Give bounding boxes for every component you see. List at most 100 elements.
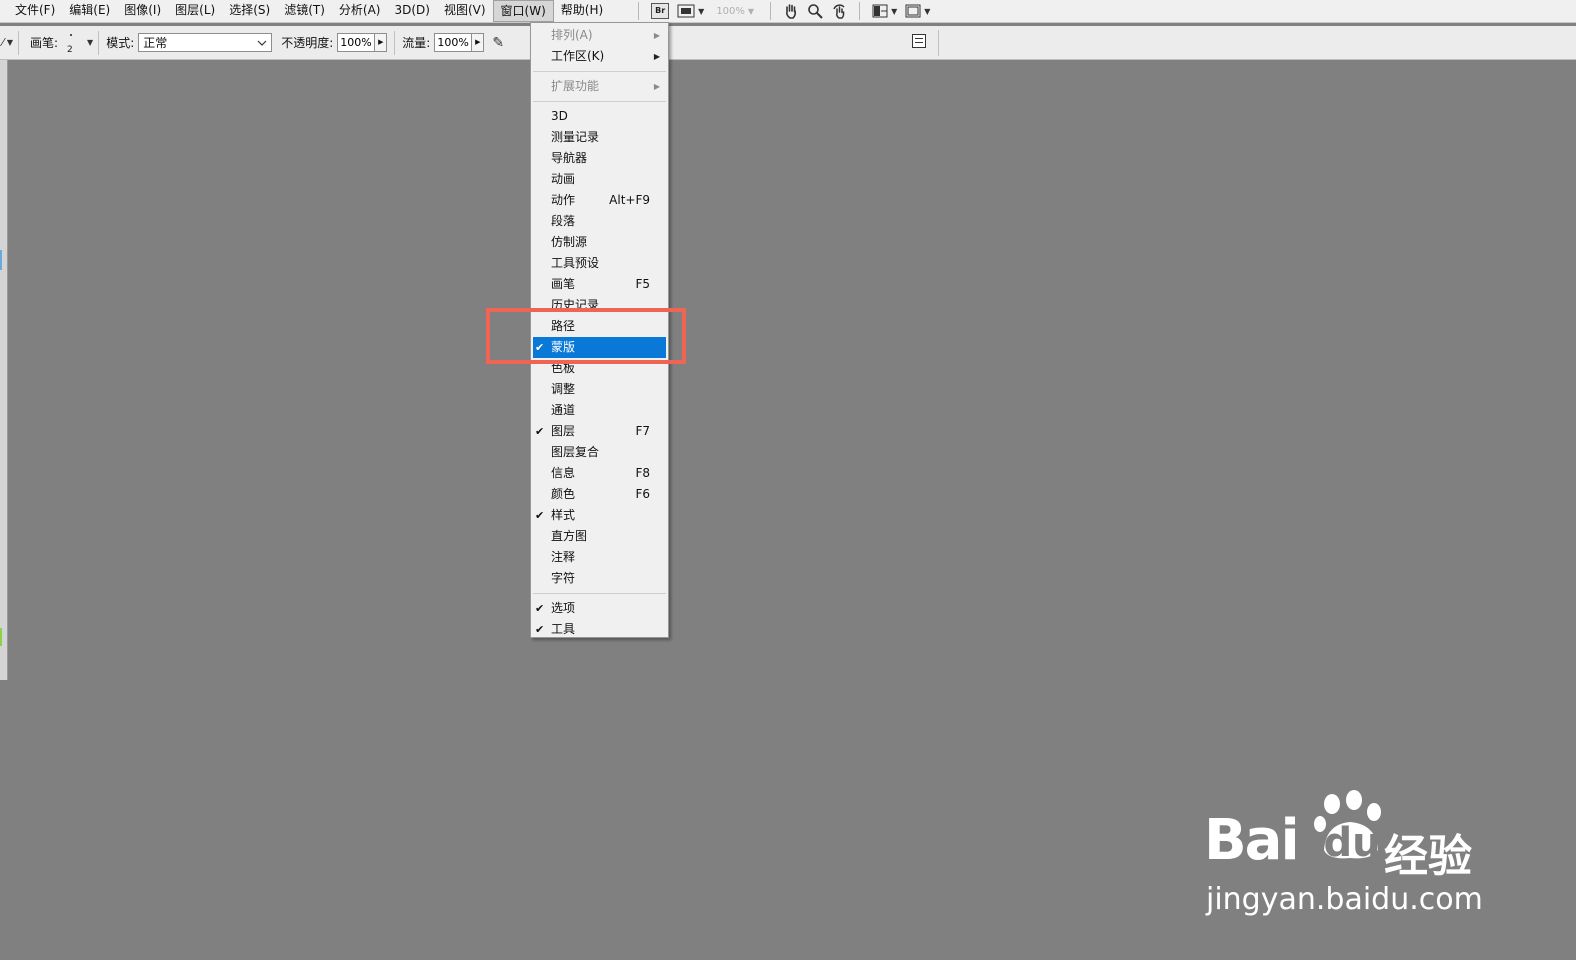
flow-label: 流量: bbox=[402, 36, 431, 50]
checkmark-icon: ✔ bbox=[535, 425, 545, 438]
layout-grid-icon bbox=[872, 4, 888, 18]
window-menu-item-label: 画笔 bbox=[551, 277, 576, 291]
window-menu-item[interactable]: ✔ 选项 bbox=[531, 598, 668, 619]
hand-tool-button[interactable] bbox=[783, 2, 799, 20]
bridge-icon: Br bbox=[651, 3, 670, 19]
menu-item[interactable]: 图像(I) bbox=[117, 0, 168, 22]
arrange-documents-button[interactable]: ▼ bbox=[872, 2, 897, 20]
submenu-arrow-icon: ▶ bbox=[653, 52, 660, 61]
window-menu-item[interactable]: 工作区(K) ▶ bbox=[531, 46, 668, 67]
window-menu-item[interactable]: 字符 bbox=[531, 568, 668, 589]
brush-preset-picker[interactable]: 2 bbox=[64, 31, 78, 55]
flow-slider-button[interactable]: ▶ bbox=[472, 33, 485, 52]
zoom-level-value: 100% bbox=[716, 5, 745, 17]
opacity-slider-button[interactable]: ▶ bbox=[375, 33, 388, 52]
menu-item[interactable]: 分析(A) bbox=[332, 0, 388, 22]
window-menu-item[interactable]: 图层复合 bbox=[531, 442, 668, 463]
panel-marker bbox=[0, 628, 2, 646]
options-separator bbox=[98, 30, 100, 55]
watermark-brand-latin: Bai bbox=[1204, 808, 1300, 873]
watermark-url: jingyan.baidu.com bbox=[1206, 882, 1483, 917]
window-menu-item[interactable]: 导航器 bbox=[531, 148, 668, 169]
chevron-down-icon: ▼ bbox=[698, 6, 705, 16]
menu-separator bbox=[533, 71, 666, 72]
window-menu-item[interactable]: ✔ 图层 F7 bbox=[531, 421, 668, 442]
menu-item[interactable]: 编辑(E) bbox=[62, 0, 117, 22]
window-menu-item-label: 工作区(K) bbox=[551, 49, 605, 63]
window-menu-item-label: 导航器 bbox=[551, 151, 588, 165]
window-menu-item[interactable]: 测量记录 bbox=[531, 127, 668, 148]
window-menu-item[interactable]: 调整 bbox=[531, 379, 668, 400]
tool-preset-picker[interactable]: ⁄ ▼ bbox=[2, 36, 13, 49]
options-separator bbox=[394, 30, 396, 55]
submenu-arrow-icon: ▶ bbox=[653, 31, 660, 40]
brush-panel-icon[interactable] bbox=[912, 34, 926, 48]
menu-item[interactable]: 选择(S) bbox=[222, 0, 277, 22]
screen-mode-icon bbox=[905, 4, 921, 18]
window-menu-item[interactable]: 仿制源 bbox=[531, 232, 668, 253]
magnifier-icon bbox=[808, 4, 823, 19]
view-extras-button[interactable]: ▼ bbox=[677, 2, 704, 20]
window-menu-item-label: 3D bbox=[551, 109, 568, 123]
menu-separator bbox=[533, 101, 666, 102]
window-menu-item[interactable]: 直方图 bbox=[531, 526, 668, 547]
chevron-down-icon: ▼ bbox=[747, 6, 755, 16]
rotate-view-button[interactable] bbox=[831, 2, 847, 20]
flow-input[interactable] bbox=[434, 33, 473, 52]
window-menu-item[interactable]: 段落 bbox=[531, 211, 668, 232]
window-menu-item[interactable]: 动作 Alt+F9 bbox=[531, 190, 668, 211]
window-menu-item[interactable]: 颜色 F6 bbox=[531, 484, 668, 505]
window-menu-item-label: 动画 bbox=[551, 172, 576, 186]
window-menu-item[interactable]: 3D bbox=[531, 106, 668, 127]
checkmark-icon: ✔ bbox=[535, 623, 545, 636]
menu-item[interactable]: 3D(D) bbox=[387, 0, 436, 22]
menu-separator bbox=[533, 593, 666, 594]
window-menu-item-label: 颜色 bbox=[551, 487, 576, 501]
zoom-level-select[interactable]: 100% ▼ bbox=[716, 6, 754, 17]
opacity-input[interactable] bbox=[337, 33, 376, 52]
options-separator bbox=[938, 30, 939, 56]
bridge-button[interactable]: Br bbox=[651, 2, 670, 20]
application-bar: Br ▼ 100% ▼ ▼ ▼ bbox=[630, 0, 934, 22]
window-menu-item[interactable]: ✔ 工具 bbox=[531, 619, 668, 640]
window-menu-item-label: 工具 bbox=[551, 622, 576, 636]
menu-item[interactable]: 视图(V) bbox=[437, 0, 493, 22]
window-menu-item: 排列(A) ▶ bbox=[531, 25, 668, 46]
zoom-tool-button[interactable] bbox=[807, 2, 823, 20]
menu-item[interactable]: 帮助(H) bbox=[554, 0, 610, 22]
menu-item[interactable]: 文件(F) bbox=[8, 0, 62, 22]
mode-select[interactable]: 正常 bbox=[138, 33, 273, 52]
appbar-separator bbox=[770, 2, 772, 20]
window-menu-item-label: 信息 bbox=[551, 466, 576, 480]
menu-item[interactable]: 窗口(W) bbox=[492, 0, 554, 22]
options-bar: ⁄ ▼ 画笔: 2 ▼ 模式: 正常 不透明度: ▶ 流量: ▶ ✎ bbox=[0, 26, 1576, 60]
baidu-jingyan-watermark: Bai du 经验 jingyan.baidu.com bbox=[1200, 790, 1500, 930]
window-menu-item-label: 工具预设 bbox=[551, 256, 600, 270]
airbrush-icon[interactable]: ✎ bbox=[492, 35, 504, 51]
window-menu-item-label: 仿制源 bbox=[551, 235, 588, 249]
window-menu-item[interactable]: 注释 bbox=[531, 547, 668, 568]
window-menu-item-label: 图层 bbox=[551, 424, 576, 438]
chevron-down-icon: ▼ bbox=[891, 6, 898, 16]
panel-marker bbox=[0, 250, 2, 270]
chevron-down-icon[interactable]: ▼ bbox=[87, 38, 93, 47]
window-menu-item-label: 排列(A) bbox=[551, 28, 593, 42]
window-menu-item-label: 调整 bbox=[551, 382, 576, 396]
window-menu-item[interactable]: 动画 bbox=[531, 169, 668, 190]
window-menu-item-label: 图层复合 bbox=[551, 445, 600, 459]
opacity-field: ▶ bbox=[337, 33, 388, 52]
opacity-label: 不透明度: bbox=[281, 36, 334, 50]
window-menu-item[interactable]: 工具预设 bbox=[531, 253, 668, 274]
brush-tip-icon bbox=[70, 33, 73, 36]
menu-item[interactable]: 图层(L) bbox=[168, 0, 222, 22]
checkmark-icon: ✔ bbox=[535, 509, 545, 522]
window-menu-item[interactable]: ✔ 样式 bbox=[531, 505, 668, 526]
menu-item[interactable]: 滤镜(T) bbox=[277, 0, 332, 22]
rotate-hand-icon bbox=[833, 4, 845, 19]
window-menu-item[interactable]: 画笔 F5 bbox=[531, 274, 668, 295]
screen-mode-button[interactable]: ▼ bbox=[905, 2, 930, 20]
window-menu-item-label: 测量记录 bbox=[551, 130, 600, 144]
window-menu-item[interactable]: 信息 F8 bbox=[531, 463, 668, 484]
window-menu-item[interactable]: 通道 bbox=[531, 400, 668, 421]
window-menu-item-label: 直方图 bbox=[551, 529, 588, 543]
